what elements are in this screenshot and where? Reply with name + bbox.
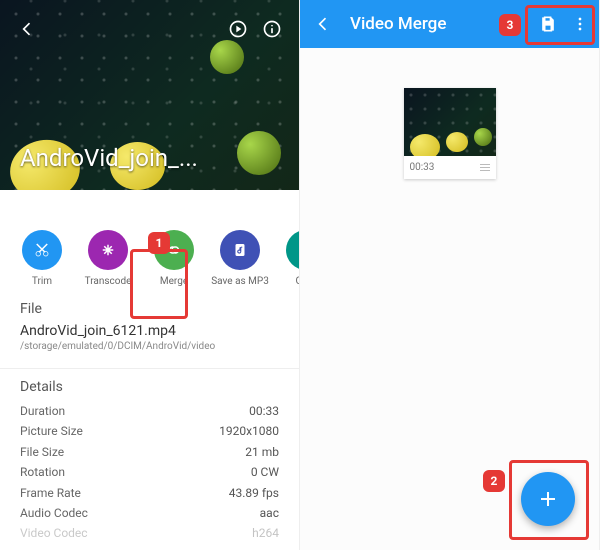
appbar: Video Merge <box>300 0 599 48</box>
appbar-title: Video Merge <box>350 14 537 34</box>
thumbnail-duration: 00:33 <box>410 162 435 173</box>
info-icon[interactable] <box>261 18 283 40</box>
merge-button[interactable]: Merge <box>150 230 198 287</box>
video-thumbnail-card[interactable]: 00:33 <box>404 88 496 179</box>
file-section: File AndroVid_join_6121.mp4 /storage/emu… <box>0 287 299 358</box>
merge-body: 00:33 <box>300 48 599 550</box>
details-heading: Details <box>20 379 279 395</box>
back-icon[interactable] <box>312 13 334 35</box>
drag-handle-icon[interactable] <box>480 162 490 173</box>
video-detail-screen: AndroVid_join_... Trim Transcode Merge S… <box>0 0 300 550</box>
file-heading: File <box>20 301 279 317</box>
file-path: /storage/emulated/0/DCIM/AndroVid/video <box>20 341 279 352</box>
details-section: Details Duration00:33 Picture Size1920x1… <box>0 369 299 544</box>
transcode-button[interactable]: Transcode <box>84 230 132 287</box>
save-mp3-button[interactable]: Save as MP3 <box>216 230 264 287</box>
action-row: Trim Transcode Merge Save as MP3 Grab <box>0 230 299 287</box>
play-icon[interactable] <box>227 18 249 40</box>
back-icon[interactable] <box>16 18 38 40</box>
video-hero: AndroVid_join_... <box>0 0 299 190</box>
trim-button[interactable]: Trim <box>18 230 66 287</box>
video-title: AndroVid_join_... <box>20 144 198 172</box>
grab-button[interactable]: Grab <box>282 230 299 287</box>
save-icon[interactable] <box>537 13 559 35</box>
more-icon[interactable] <box>569 13 591 35</box>
thumbnail-image <box>404 88 496 156</box>
file-name: AndroVid_join_6121.mp4 <box>20 323 279 339</box>
video-merge-screen: Video Merge 00:33 3 2 <box>300 0 600 550</box>
add-video-fab[interactable] <box>521 472 575 526</box>
